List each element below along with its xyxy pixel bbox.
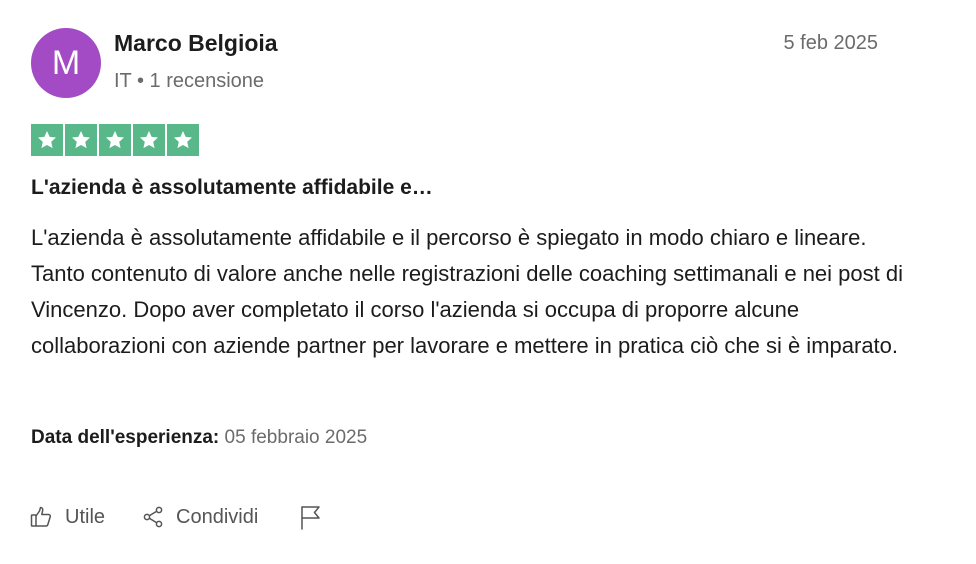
share-icon [143, 506, 163, 528]
star-box [167, 124, 199, 156]
experience-date: Data dell'esperienza: 05 febbraio 2025 [31, 427, 367, 449]
reviewer-name[interactable]: Marco Belgioia [114, 30, 278, 57]
avatar: M [31, 28, 101, 98]
experience-label: Data dell'esperienza: [31, 427, 220, 448]
review-actions: Utile Condividi [29, 504, 322, 530]
useful-label: Utile [65, 505, 106, 528]
review-body: L'azienda è assolutamente affidabile e i… [31, 225, 903, 358]
thumbs-up-icon [30, 506, 52, 527]
review-date: 5 feb 2025 [783, 32, 878, 54]
star-icon [174, 131, 192, 149]
star-rating [31, 124, 199, 156]
star-icon [106, 131, 124, 149]
reviewer-meta: IT • 1 recensione [114, 70, 265, 92]
star-box [65, 124, 97, 156]
star-box [99, 124, 131, 156]
experience-value: 05 febbraio 2025 [224, 427, 368, 448]
useful-button[interactable]: Utile [29, 505, 105, 529]
share-button[interactable]: Condividi [141, 505, 258, 529]
review-title[interactable]: L'azienda è assolutamente affidabile e… [31, 176, 433, 200]
share-label: Condividi [176, 505, 259, 528]
star-icon [72, 131, 90, 149]
star-box [31, 124, 63, 156]
report-button[interactable] [298, 504, 322, 530]
star-icon [38, 131, 56, 149]
star-box [133, 124, 165, 156]
flag-icon [301, 506, 321, 530]
star-icon [140, 131, 158, 149]
avatar-initial: M [51, 44, 81, 82]
